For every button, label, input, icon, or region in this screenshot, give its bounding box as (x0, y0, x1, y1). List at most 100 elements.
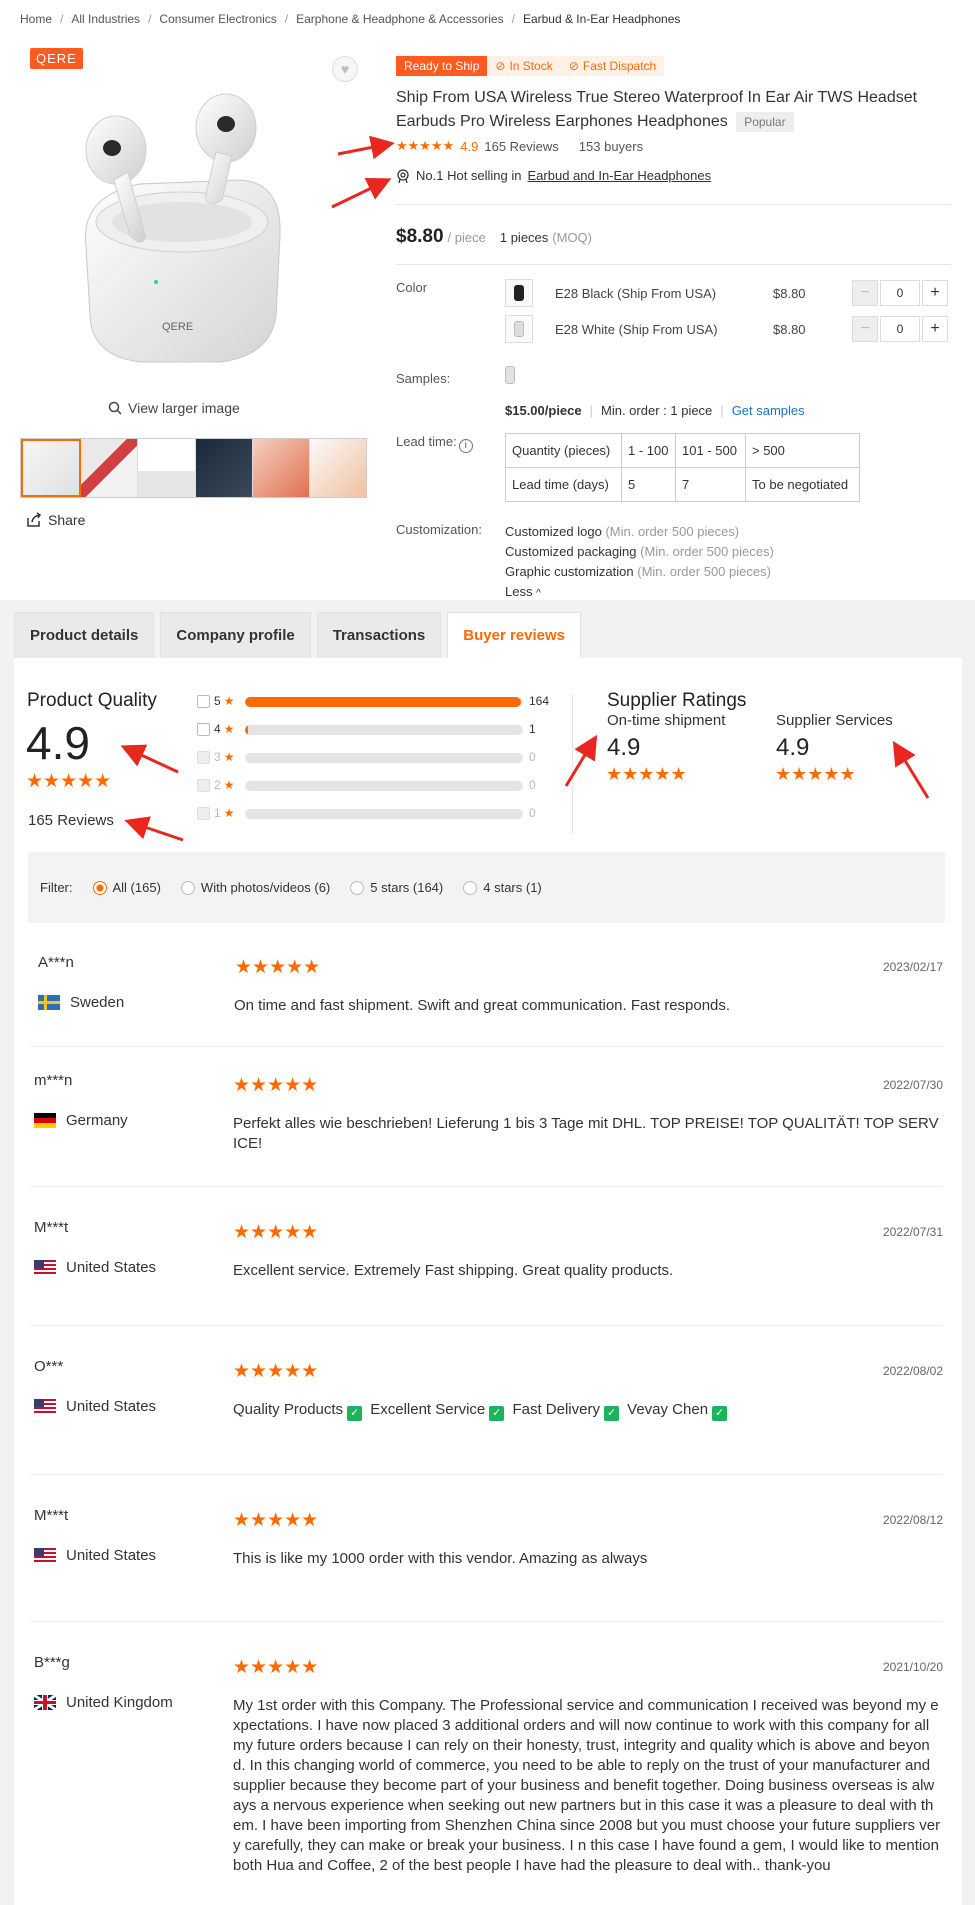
rating-bar-fill (245, 697, 522, 707)
filter-5-stars[interactable]: 5 stars (164) (350, 880, 443, 895)
hot-selling-line: No.1 Hot selling in Earbud and In-Ear He… (396, 168, 711, 183)
star-level: 1 (214, 806, 221, 820)
breadcrumb-separator: / (511, 12, 515, 26)
quantity-stepper: − 0 + (852, 316, 948, 342)
thumbnail-5[interactable] (252, 439, 310, 497)
get-samples-link[interactable]: Get samples (732, 403, 805, 418)
reviewer-name: A***n (38, 954, 74, 971)
increment-button[interactable]: + (922, 316, 948, 342)
rating-bar-track (245, 697, 523, 707)
in-stock-tag: ⊘ In Stock (487, 56, 561, 76)
flag-icon (34, 1399, 56, 1414)
review-divider (30, 1474, 943, 1475)
lead-table-row: Lead time (days) 5 7 To be negotiated (505, 467, 860, 502)
hot-selling-category-link[interactable]: Earbud and In-Ear Headphones (528, 168, 712, 183)
tab-company-profile[interactable]: Company profile (160, 612, 311, 658)
checkbox-icon[interactable] (197, 694, 210, 708)
breadcrumb-current[interactable]: Earbud & In-Ear Headphones (523, 12, 680, 26)
breadcrumb-home[interactable]: Home (20, 12, 52, 26)
quantity-input[interactable]: 0 (880, 316, 920, 342)
variant-white-thumbnail[interactable] (505, 315, 533, 343)
sample-thumbnail[interactable] (505, 366, 527, 392)
samples-info: $15.00/piece | Min. order : 1 piece | Ge… (505, 403, 805, 418)
radio (463, 880, 478, 895)
product-tags: Ready to Ship ⊘ In Stock ⊘ Fast Dispatch (396, 56, 665, 76)
review-stars: ★★★★★ (233, 1657, 319, 1678)
thumbnail-4[interactable] (195, 439, 253, 497)
customization-name: Customized packaging (505, 544, 637, 559)
thumbnail-1[interactable] (21, 439, 82, 497)
review-tag: Quality Products (233, 1401, 344, 1418)
checkbox-icon[interactable] (197, 722, 210, 736)
review-divider (30, 1325, 943, 1326)
decrement-button[interactable]: − (852, 316, 878, 342)
star-icon: ★ (223, 694, 235, 708)
star-distribution-row[interactable]: 2 ★ 0 (197, 777, 536, 793)
breadcrumb-all-industries[interactable]: All Industries (71, 12, 140, 26)
flag-icon (38, 995, 60, 1010)
increment-button[interactable]: + (922, 280, 948, 306)
review-text: Excellent service. Extremely Fast shippi… (233, 1262, 674, 1279)
services-label: Supplier Services (776, 712, 893, 729)
quantity-input[interactable]: 0 (880, 280, 920, 306)
thumbnail-2[interactable] (81, 439, 139, 497)
breadcrumb-earphone-accessories[interactable]: Earphone & Headphone & Accessories (296, 12, 503, 26)
breadcrumb-separator: / (148, 12, 152, 26)
lead-time-label-group: Lead time: i (396, 434, 473, 453)
filter-all[interactable]: All (165) (92, 880, 161, 895)
star-count: 164 (529, 694, 550, 708)
variant-price: $8.80 (773, 321, 806, 337)
sample-price: $15.00/piece (505, 403, 582, 418)
checkbox-icon: ✓ (347, 1405, 363, 1421)
thumbnail-6[interactable] (309, 439, 367, 497)
review-stars: ★★★★★ (235, 957, 321, 978)
review-count-link[interactable]: 165 Reviews (484, 139, 558, 154)
filter-4-stars[interactable]: 4 stars (1) (463, 880, 542, 895)
lead-time-label: Lead time: (396, 434, 457, 449)
moq-label: (MOQ) (552, 230, 592, 245)
star-distribution-row[interactable]: 1 ★ 0 (197, 805, 536, 821)
review-date: 2022/08/12 (882, 1513, 943, 1527)
star-distribution-row[interactable]: 3 ★ 0 (197, 749, 536, 765)
checkbox-icon[interactable] (197, 778, 210, 792)
lead-cell: > 500 (745, 433, 860, 468)
review-tags: Quality Products ✓ Excellent Service ✓ Fas… (233, 1400, 941, 1421)
check-circle-icon: ⊘ (495, 59, 506, 73)
services-stars: ★★★★★ (775, 764, 856, 784)
thumbnail-3[interactable] (138, 439, 196, 497)
info-icon[interactable]: i (458, 438, 473, 453)
star-icon: ★ (223, 778, 235, 792)
product-quality-reviews: 165 Reviews (28, 812, 114, 829)
star-distribution-row[interactable]: 4 ★ 1 (197, 721, 536, 737)
reviewer-country: United Kingdom (66, 1694, 173, 1711)
rating-bar-track (245, 781, 523, 791)
ready-to-ship-tag: Ready to Ship (396, 56, 488, 76)
tab-buyer-reviews[interactable]: Buyer reviews (447, 612, 581, 658)
filter-with-photos[interactable]: With photos/videos (6) (180, 880, 330, 895)
main-product-image[interactable]: QERE QERE ♥ (20, 46, 368, 386)
view-larger-image-link[interactable]: View larger image (108, 400, 240, 416)
star-icon: ★ (223, 722, 235, 736)
customization-name: Customized logo (505, 524, 602, 539)
reviewer-name: M***t (34, 1507, 69, 1524)
chevron-up-icon: ^ (536, 588, 541, 599)
share-button[interactable]: Share (26, 512, 85, 528)
rating-bar-track (245, 753, 523, 763)
checkbox-icon[interactable] (197, 750, 210, 764)
tab-transactions[interactable]: Transactions (316, 612, 442, 658)
checkbox-icon[interactable] (197, 806, 210, 820)
decrement-button[interactable]: − (852, 280, 878, 306)
separator: | (589, 403, 594, 418)
tab-product-details[interactable]: Product details (14, 612, 155, 658)
review-item: A***n Sweden ★★★★★ 2023/02/17 On time an… (30, 954, 943, 1047)
variant-black-thumbnail[interactable] (505, 279, 533, 307)
lead-table-row: Quantity (pieces) 1 - 100 101 - 500 > 50… (505, 433, 860, 468)
star-distribution-row[interactable]: 5 ★ 164 (197, 693, 549, 709)
earbuds-illustration: QERE (84, 93, 281, 363)
breadcrumb-consumer-electronics[interactable]: Consumer Electronics (159, 12, 276, 26)
lead-cell: 5 (621, 467, 676, 502)
heart-icon[interactable]: ♥ (332, 56, 358, 82)
flag-icon (34, 1695, 56, 1710)
review-date: 2022/07/31 (882, 1225, 943, 1239)
variant-row-white: E28 White (Ship From USA) $8.80 − 0 + (505, 314, 948, 344)
